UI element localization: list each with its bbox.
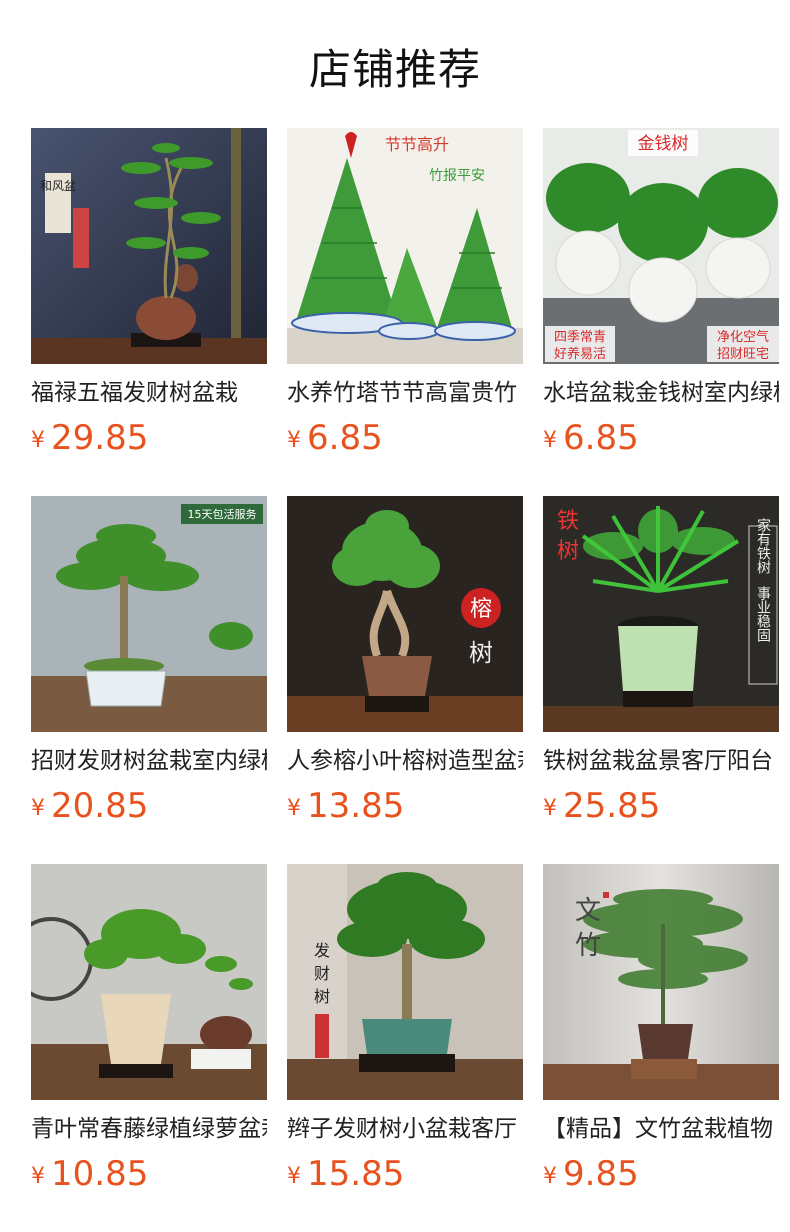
currency-symbol: ¥ — [31, 1164, 45, 1189]
price-amount: 9.85 — [563, 1154, 639, 1194]
price-amount: 20.85 — [51, 786, 149, 826]
product-image[interactable]: 节节高升 竹报平安 — [287, 128, 523, 364]
product-image[interactable]: 和风盆 — [31, 128, 267, 364]
currency-symbol: ¥ — [543, 1164, 557, 1189]
image-text: 家有铁树 — [755, 517, 771, 575]
product-card[interactable]: 发 财 树 辫子发财树小盆栽客厅 ¥15.85 — [287, 864, 523, 1194]
product-card[interactable]: 和风盆 福禄五福发财树盆栽 ¥29.85 — [31, 128, 267, 458]
product-card[interactable]: 文 竹 【精品】文竹盆栽植物 ¥9.85 — [543, 864, 779, 1194]
product-price: ¥15.85 — [287, 1154, 404, 1200]
product-price: ¥13.85 — [287, 786, 404, 832]
price-amount: 29.85 — [51, 418, 149, 458]
product-price: ¥10.85 — [31, 1154, 148, 1200]
image-text: 15天包活服务 — [188, 508, 257, 521]
price-amount: 6.85 — [563, 418, 639, 458]
product-image[interactable]: 文 竹 — [543, 864, 779, 1100]
product-title[interactable]: 招财发财树盆栽室内绿植 — [31, 744, 267, 778]
product-image[interactable]: 金钱树 四季常青 好养易活 净化空气 招财旺宅 — [543, 128, 779, 364]
page-title: 店铺推荐 — [308, 45, 481, 94]
image-text: 节节高升 — [385, 135, 449, 154]
image-text: 榕 — [470, 597, 492, 622]
currency-symbol: ¥ — [287, 1164, 301, 1189]
currency-symbol: ¥ — [287, 796, 301, 821]
image-text: 文 — [575, 896, 601, 926]
product-price: ¥9.85 — [543, 1154, 639, 1200]
price-amount: 13.85 — [307, 786, 405, 826]
image-text: 树 — [557, 539, 579, 564]
image-text: 和风盆 — [40, 179, 76, 193]
currency-symbol: ¥ — [31, 428, 45, 453]
image-text: 铁 — [557, 509, 579, 534]
image-text: 净化空气 — [717, 329, 769, 345]
product-price: ¥20.85 — [31, 786, 148, 832]
image-text: 金钱树 — [638, 134, 689, 154]
product-card[interactable]: 青叶常春藤绿植绿萝盆栽 ¥10.85 — [31, 864, 267, 1194]
product-image[interactable]: 15天包活服务 — [31, 496, 267, 732]
product-price: ¥6.85 — [287, 418, 383, 464]
product-card[interactable]: 榕 树 人参榕小叶榕树造型盆栽 ¥13.85 — [287, 496, 523, 826]
product-image[interactable] — [31, 864, 267, 1100]
product-title[interactable]: 福禄五福发财树盆栽 — [31, 376, 267, 410]
image-text: 财 — [314, 964, 330, 983]
product-title[interactable]: 【精品】文竹盆栽植物 — [543, 1112, 779, 1146]
image-text: 好养易活 — [554, 346, 606, 362]
product-image[interactable]: 榕 树 — [287, 496, 523, 732]
image-text: 竹 — [575, 931, 601, 961]
product-title[interactable]: 铁树盆栽盆景客厅阳台 — [543, 744, 779, 778]
product-image[interactable]: 铁 树 家有铁树 事业稳固 — [543, 496, 779, 732]
price-amount: 10.85 — [51, 1154, 149, 1194]
product-card[interactable]: 15天包活服务 招财发财树盆栽室内绿植 ¥20.85 — [31, 496, 267, 826]
image-text: 四季常青 — [554, 330, 606, 345]
price-amount: 15.85 — [307, 1154, 405, 1194]
image-text: 竹报平安 — [429, 168, 485, 184]
product-title[interactable]: 水培盆栽金钱树室内绿植 — [543, 376, 779, 410]
product-price: ¥29.85 — [31, 418, 148, 464]
price-amount: 25.85 — [563, 786, 661, 826]
image-text: 树 — [469, 639, 493, 667]
product-price: ¥6.85 — [543, 418, 639, 464]
product-card[interactable]: 铁 树 家有铁树 事业稳固 铁树盆栽盆景客厅阳台 ¥25.85 — [543, 496, 779, 826]
currency-symbol: ¥ — [543, 428, 557, 453]
currency-symbol: ¥ — [31, 796, 45, 821]
currency-symbol: ¥ — [543, 796, 557, 821]
product-title[interactable]: 水养竹塔节节高富贵竹 — [287, 376, 523, 410]
price-amount: 6.85 — [307, 418, 383, 458]
product-title[interactable]: 辫子发财树小盆栽客厅 — [287, 1112, 523, 1146]
image-text: 树 — [314, 987, 330, 1006]
product-title[interactable]: 人参榕小叶榕树造型盆栽 — [287, 744, 523, 778]
product-card[interactable]: 金钱树 四季常青 好养易活 净化空气 招财旺宅 水培盆栽金钱树室内绿植 ¥6.8… — [543, 128, 779, 458]
product-price: ¥25.85 — [543, 786, 660, 832]
product-grid: 和风盆 福禄五福发财树盆栽 ¥29.85 节节高升 竹报平安 水养竹塔节节高富贵… — [31, 128, 779, 1194]
product-card[interactable]: 节节高升 竹报平安 水养竹塔节节高富贵竹 ¥6.85 — [287, 128, 523, 458]
currency-symbol: ¥ — [287, 428, 301, 453]
image-text: 事业稳固 — [755, 586, 771, 642]
image-text: 发 — [314, 941, 330, 960]
product-title[interactable]: 青叶常春藤绿植绿萝盆栽 — [31, 1112, 267, 1146]
product-image[interactable]: 发 财 树 — [287, 864, 523, 1100]
image-text: 招财旺宅 — [717, 347, 769, 362]
